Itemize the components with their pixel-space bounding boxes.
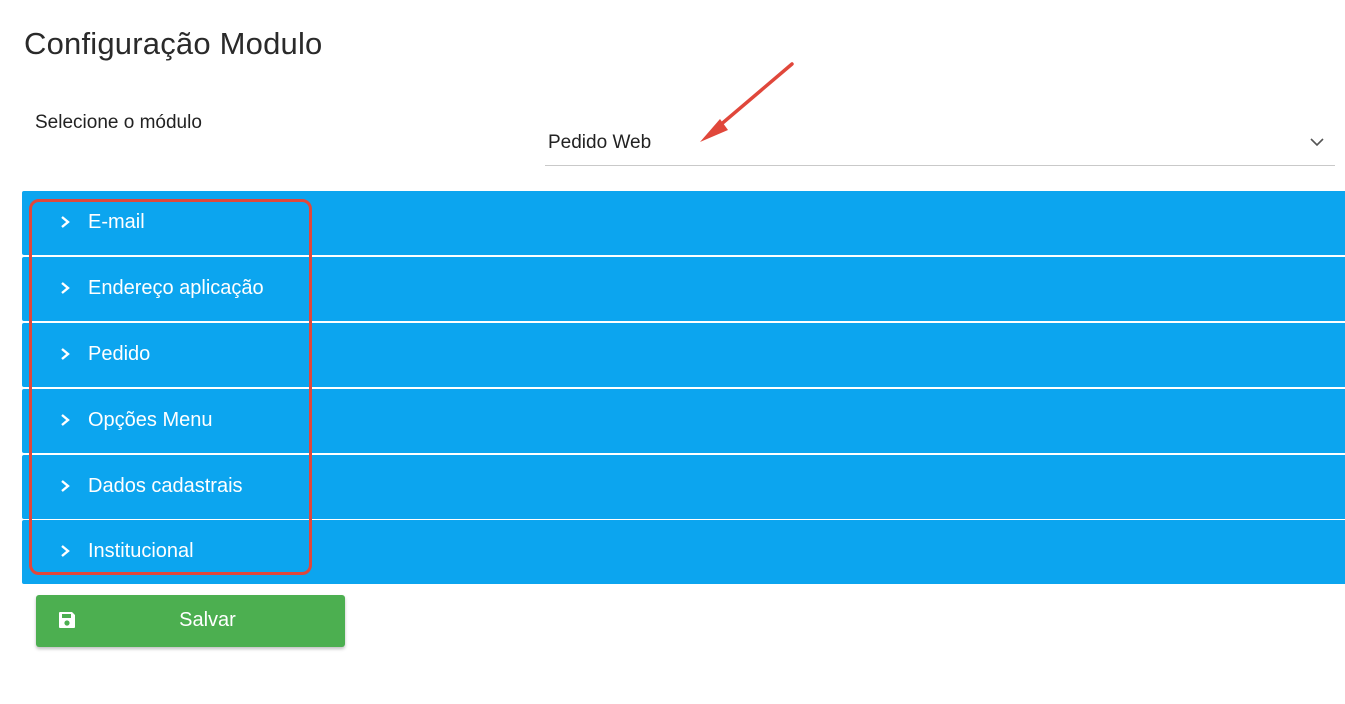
accordion-item-opcoes-menu[interactable]: Opções Menu <box>22 389 1345 453</box>
chevron-right-icon <box>61 348 70 360</box>
accordion-item-label: Opções Menu <box>88 409 213 431</box>
save-button-label: Salvar <box>179 609 236 631</box>
module-select-value: Pedido Web <box>548 132 652 153</box>
accordion-item-email[interactable]: E-mail <box>22 191 1345 255</box>
accordion-item-label: Pedido <box>88 343 151 365</box>
settings-accordion: E-mail Endereço aplicação Pedido Opções … <box>22 191 1345 584</box>
accordion-item-label: Endereço aplicação <box>88 277 264 299</box>
chevron-right-icon <box>61 282 70 294</box>
module-select-label: Selecione o módulo <box>35 112 202 133</box>
save-button[interactable]: Salvar <box>36 595 345 647</box>
accordion-item-pedido[interactable]: Pedido <box>22 323 1345 387</box>
configuration-page: Configuração Modulo Selecione o módulo P… <box>0 0 1345 704</box>
accordion-item-endereco-aplicacao[interactable]: Endereço aplicação <box>22 257 1345 321</box>
module-select[interactable]: Pedido Web <box>545 124 1335 166</box>
chevron-right-icon <box>61 480 70 492</box>
accordion-item-label: Institucional <box>88 540 194 562</box>
accordion-item-institucional[interactable]: Institucional <box>22 520 1345 584</box>
chevron-down-icon <box>1310 138 1324 147</box>
accordion-item-label: E-mail <box>88 211 145 233</box>
accordion-item-dados-cadastrais[interactable]: Dados cadastrais <box>22 455 1345 519</box>
chevron-right-icon <box>61 545 70 557</box>
page-title: Configuração Modulo <box>24 26 323 61</box>
chevron-right-icon <box>61 414 70 426</box>
accordion-item-label: Dados cadastrais <box>88 475 243 497</box>
chevron-right-icon <box>61 216 70 228</box>
